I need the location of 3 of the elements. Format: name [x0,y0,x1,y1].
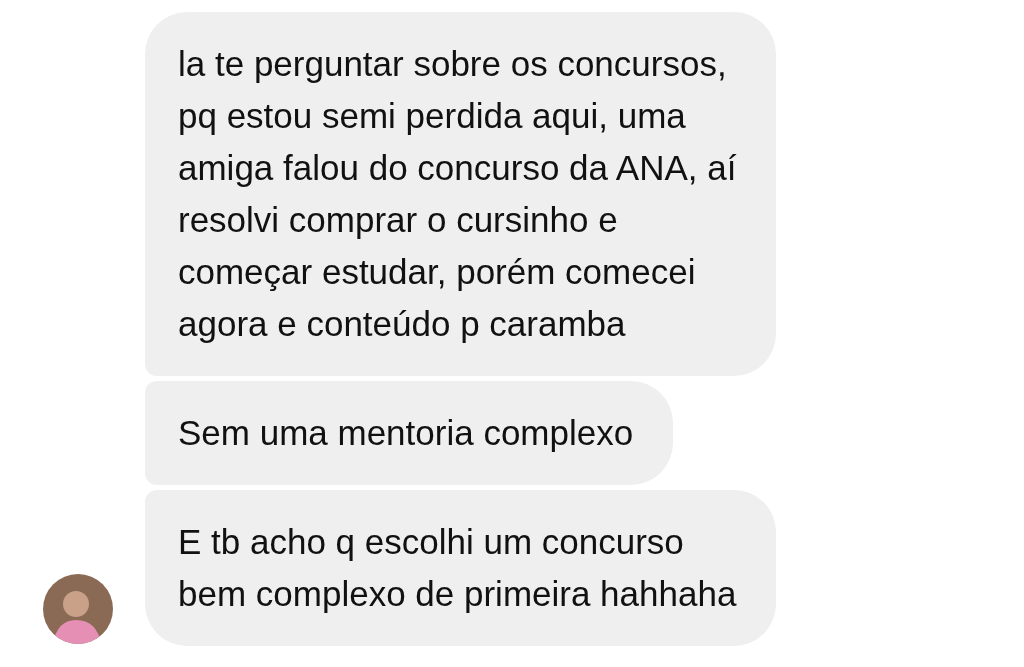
message-text: E tb acho q escolhi um concurso bem complexo de primeira hahhaha [178,521,737,615]
message-text: Sem uma mentoria complexo [178,412,634,454]
message-text: la te perguntar sobre os concursos, pq estou semi perdida aqui, uma amiga falou do concurso da ANA, aí resolvi comprar o cursinho e começar estudar, porém comecei agora e conteúdo p caramba [178,43,737,345]
